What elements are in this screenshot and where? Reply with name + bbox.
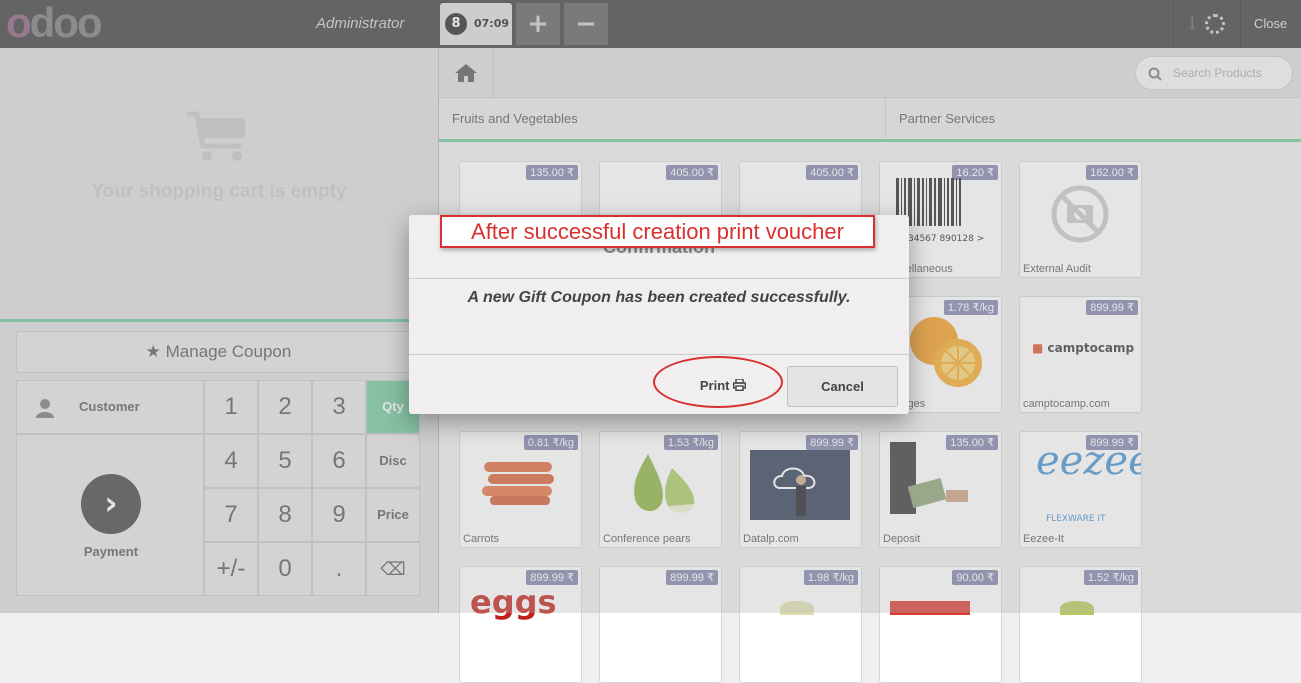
dialog-message: A new Gift Coupon has been created succe…: [467, 289, 851, 306]
annotation-callout: After successful creation print voucher: [440, 215, 875, 248]
annotation-ellipse: [653, 356, 783, 408]
annotation-text: After successful creation print voucher: [471, 219, 844, 244]
cancel-button[interactable]: Cancel: [787, 366, 898, 407]
